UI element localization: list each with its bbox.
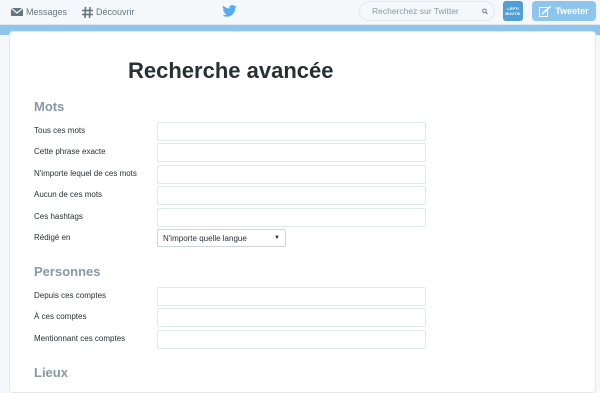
avatar[interactable]: LEPTI BOUTIK [503,1,523,21]
section-title-places: Lieux [34,365,68,380]
top-navigation-bar: Messages Découvrir LEPTI BOUTIK Tweeter [0,0,600,25]
all-words-input[interactable] [157,122,426,141]
envelope-icon [11,7,23,16]
language-select[interactable]: N'importe quelle langue ▼ [157,229,286,247]
section-title-words: Mots [34,99,65,114]
label-exact-phrase: Cette phrase exacte [34,147,106,156]
label-none-words: Aucun de ces mots [34,190,103,199]
search-box[interactable] [359,1,495,21]
nav-discover-label: Découvrir [96,7,135,17]
label-language: Rédigé en [34,233,71,242]
label-any-words: N'importe lequel de ces mots [34,169,137,178]
nav-messages-label: Messages [26,7,68,17]
label-from-accounts: Depuis ces comptes [34,291,107,300]
section-title-people: Personnes [34,264,101,279]
language-select-value: N'importe quelle langue [163,233,247,243]
hashtags-input[interactable] [157,208,426,227]
tweet-button-label: Tweeter [555,6,589,16]
mentioning-accounts-input[interactable] [157,330,426,349]
search-input[interactable] [370,5,482,17]
tweet-button[interactable]: Tweeter [532,1,596,21]
compose-icon [539,5,552,17]
hashtag-icon [82,6,93,18]
magnifier-icon[interactable] [482,7,488,16]
from-accounts-input[interactable] [157,287,426,306]
nav-messages[interactable]: Messages [11,0,67,24]
page-title: Recherche avancée [128,58,334,83]
chevron-down-icon: ▼ [274,235,280,241]
twitter-bird-icon[interactable] [222,5,237,17]
label-mentioning-accounts: Mentionnant ces comptes [34,334,126,343]
nav-discover[interactable]: Découvrir [82,0,135,24]
label-all-words: Tous ces mots [34,126,86,135]
any-words-input[interactable] [157,165,426,184]
none-words-input[interactable] [157,186,426,205]
exact-phrase-input[interactable] [157,143,426,162]
avatar-text: LEPTI BOUTIK [505,6,521,16]
to-accounts-input[interactable] [157,308,426,327]
label-to-accounts: À ces comptes [34,312,87,321]
label-hashtags: Ces hashtags [34,212,83,221]
